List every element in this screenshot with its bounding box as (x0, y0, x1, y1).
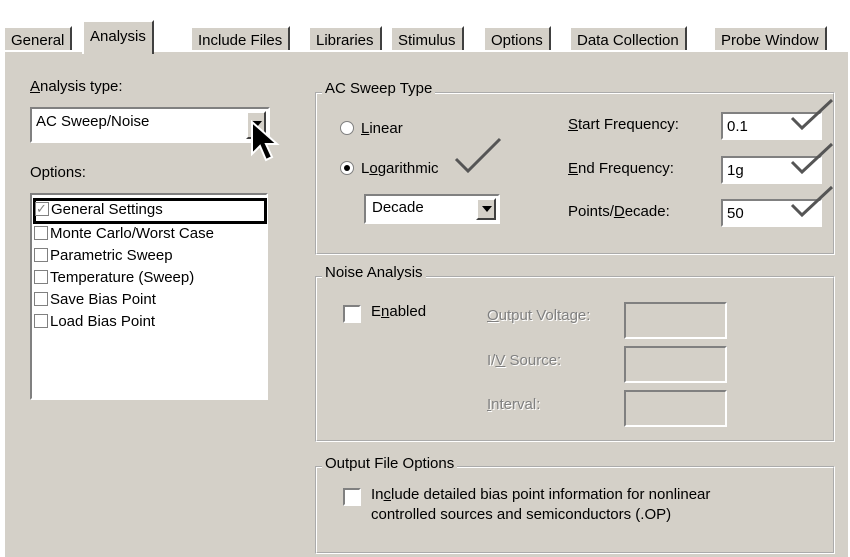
checkmark-annotation-icon (454, 137, 502, 174)
analysis-type-dropdown[interactable]: AC Sweep/Noise (30, 107, 270, 143)
tab-probe-window[interactable]: Probe Window (713, 26, 827, 52)
tab-data-collection[interactable]: Data Collection (569, 26, 687, 52)
output-voltage-label: Output Voltage: (487, 307, 591, 324)
ac-sweep-type-title: AC Sweep Type (322, 80, 436, 97)
options-label: Options: (30, 164, 86, 181)
tab-libraries[interactable]: Libraries (308, 26, 382, 52)
checkbox-icon[interactable] (34, 248, 48, 262)
interval-label: Interval: (487, 396, 541, 413)
enabled-label: Enabled (371, 303, 427, 320)
bias-point-checkbox[interactable] (343, 488, 361, 506)
tab-stimulus[interactable]: Stimulus (390, 26, 464, 52)
radio-icon[interactable] (340, 121, 354, 135)
noise-analysis-title: Noise Analysis (322, 264, 426, 281)
bias-point-label: Include detailed bias point information … (371, 486, 711, 523)
mouse-pointer-icon (251, 120, 280, 162)
iv-source-label: I/V Source: (487, 352, 562, 369)
radio-logarithmic[interactable]: Logarithmic (340, 160, 439, 177)
list-item-load-bias-point[interactable]: Load Bias Point (34, 312, 155, 332)
checkbox-icon[interactable] (34, 314, 48, 328)
analysis-type-value: AC Sweep/Noise (36, 113, 150, 130)
tab-analysis[interactable]: Analysis (82, 20, 154, 54)
list-item-general-settings[interactable]: General Settings (33, 198, 267, 224)
start-frequency-label: Start Frequency: (568, 116, 679, 133)
list-item-parametric-sweep[interactable]: Parametric Sweep (34, 246, 173, 266)
output-file-options-title: Output File Options (322, 455, 458, 472)
checkmark-annotation-icon (790, 185, 834, 218)
output-voltage-input[interactable] (624, 302, 727, 339)
list-item-monte-carlo[interactable]: Monte Carlo/Worst Case (34, 224, 214, 244)
chevron-down-icon (482, 206, 492, 212)
analysis-type-label: Analysis type: (30, 78, 123, 95)
dropdown-button[interactable] (476, 198, 496, 220)
tab-strip: General Analysis Include Files Libraries… (0, 20, 850, 54)
checkbox-icon[interactable] (34, 270, 48, 284)
list-item-save-bias-point[interactable]: Save Bias Point (34, 290, 156, 310)
noise-analysis-group (315, 276, 835, 442)
points-per-decade-label: Points/Decade: (568, 203, 670, 220)
iv-source-input[interactable] (624, 346, 727, 383)
radio-linear[interactable]: Linear (340, 120, 403, 137)
checkbox-checked-icon[interactable] (35, 199, 49, 219)
checkmark-annotation-icon (790, 142, 834, 175)
tab-general[interactable]: General (3, 26, 73, 52)
sweep-mode-value: Decade (372, 199, 424, 216)
tab-include-files[interactable]: Include Files (190, 26, 291, 52)
tab-options[interactable]: Options (483, 26, 551, 52)
checkbox-icon[interactable] (34, 226, 48, 240)
end-frequency-label: End Frequency: (568, 160, 674, 177)
interval-input[interactable] (624, 390, 727, 427)
checkmark-annotation-icon (790, 98, 834, 131)
enabled-checkbox[interactable] (343, 305, 361, 323)
simulation-settings-dialog: General Analysis Include Files Libraries… (0, 0, 850, 557)
list-item-temperature-sweep[interactable]: Temperature (Sweep) (34, 268, 194, 288)
sweep-mode-dropdown[interactable]: Decade (364, 194, 500, 224)
radio-selected-icon[interactable] (340, 161, 354, 175)
options-listbox[interactable]: General Settings Monte Carlo/Worst Case … (30, 193, 268, 400)
checkbox-icon[interactable] (34, 292, 48, 306)
